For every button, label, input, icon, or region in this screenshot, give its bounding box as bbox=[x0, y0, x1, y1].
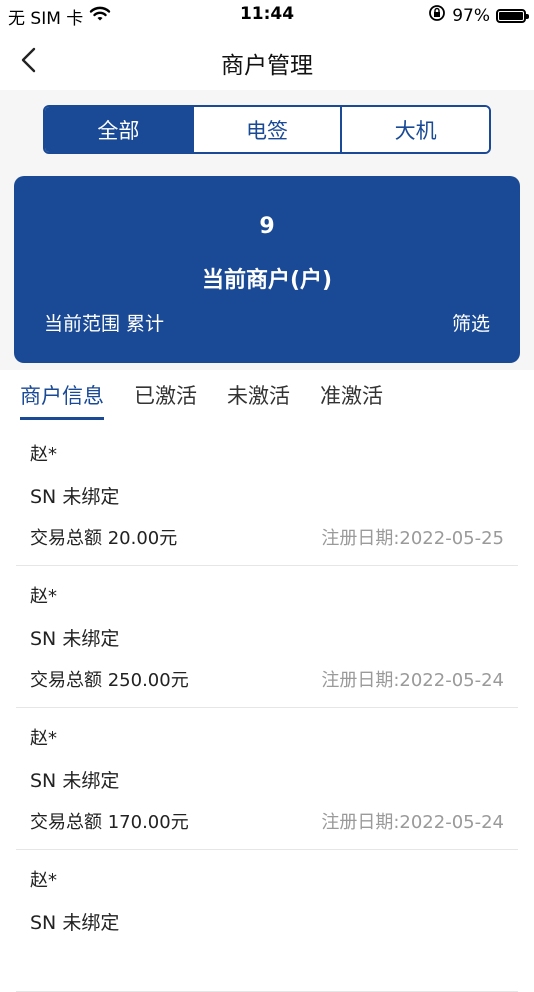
merchant-amount: 交易总额 170.00元 bbox=[30, 812, 189, 833]
tab-merchant-info[interactable]: 商户信息 bbox=[20, 380, 104, 420]
list-item[interactable]: 赵* SN 未绑定 bbox=[16, 850, 518, 992]
tab-pre-activated[interactable]: 准激活 bbox=[320, 380, 383, 420]
list-item[interactable]: 赵* SN 未绑定 交易总额 20.00元 注册日期:2022-05-25 bbox=[16, 424, 518, 566]
tab-activated[interactable]: 已激活 bbox=[134, 380, 197, 420]
merchant-register-date: 注册日期:2022-05-25 bbox=[321, 528, 504, 549]
merchant-sn: SN 未绑定 bbox=[30, 770, 120, 792]
merchant-count-label: 当前商户(户) bbox=[201, 268, 333, 293]
list-item[interactable]: 赵* SN 未绑定 交易总额 250.00元 注册日期:2022-05-24 bbox=[16, 566, 518, 708]
page-title: 商户管理 bbox=[221, 53, 313, 79]
segment-electronic-sign[interactable]: 电签 bbox=[191, 107, 341, 152]
merchant-sn: SN 未绑定 bbox=[30, 912, 120, 934]
merchant-name: 赵* bbox=[30, 728, 57, 749]
status-right: 97% bbox=[428, 4, 529, 27]
segment-large-machine[interactable]: 大机 bbox=[340, 107, 489, 152]
merchant-name: 赵* bbox=[30, 870, 57, 891]
nav-bar: 商户管理 bbox=[0, 30, 534, 90]
merchant-name: 赵* bbox=[30, 586, 57, 607]
list-item[interactable]: 赵* SN 未绑定 交易总额 170.00元 注册日期:2022-05-24 bbox=[16, 708, 518, 850]
orientation-lock-icon bbox=[428, 4, 446, 27]
merchant-name: 赵* bbox=[30, 444, 57, 465]
status-bar: 无 SIM 卡 11:44 97% bbox=[0, 0, 534, 30]
tab-not-activated[interactable]: 未激活 bbox=[227, 380, 290, 420]
merchant-amount: 交易总额 250.00元 bbox=[30, 670, 189, 691]
segment-all[interactable]: 全部 bbox=[45, 107, 192, 152]
battery-icon bbox=[496, 8, 529, 23]
merchant-sn: SN 未绑定 bbox=[30, 486, 120, 508]
merchant-sn: SN 未绑定 bbox=[30, 628, 120, 650]
filter-button[interactable]: 筛选 bbox=[452, 309, 490, 336]
range-label: 当前范围 累计 bbox=[44, 313, 165, 335]
merchant-count: 9 bbox=[259, 214, 275, 239]
merchant-amount: 交易总额 20.00元 bbox=[30, 528, 178, 549]
merchant-register-date: 注册日期:2022-05-24 bbox=[321, 812, 504, 833]
type-segmented-control: 全部 电签 大机 bbox=[43, 105, 491, 154]
merchant-list: 赵* SN 未绑定 交易总额 20.00元 注册日期:2022-05-25 赵*… bbox=[0, 424, 534, 992]
status-tabs: 商户信息 已激活 未激活 准激活 bbox=[20, 380, 383, 420]
merchant-register-date: 注册日期:2022-05-24 bbox=[321, 670, 504, 691]
battery-percent: 97% bbox=[452, 5, 490, 26]
summary-card: 9 当前商户(户) 当前范围 累计 筛选 bbox=[14, 176, 520, 363]
